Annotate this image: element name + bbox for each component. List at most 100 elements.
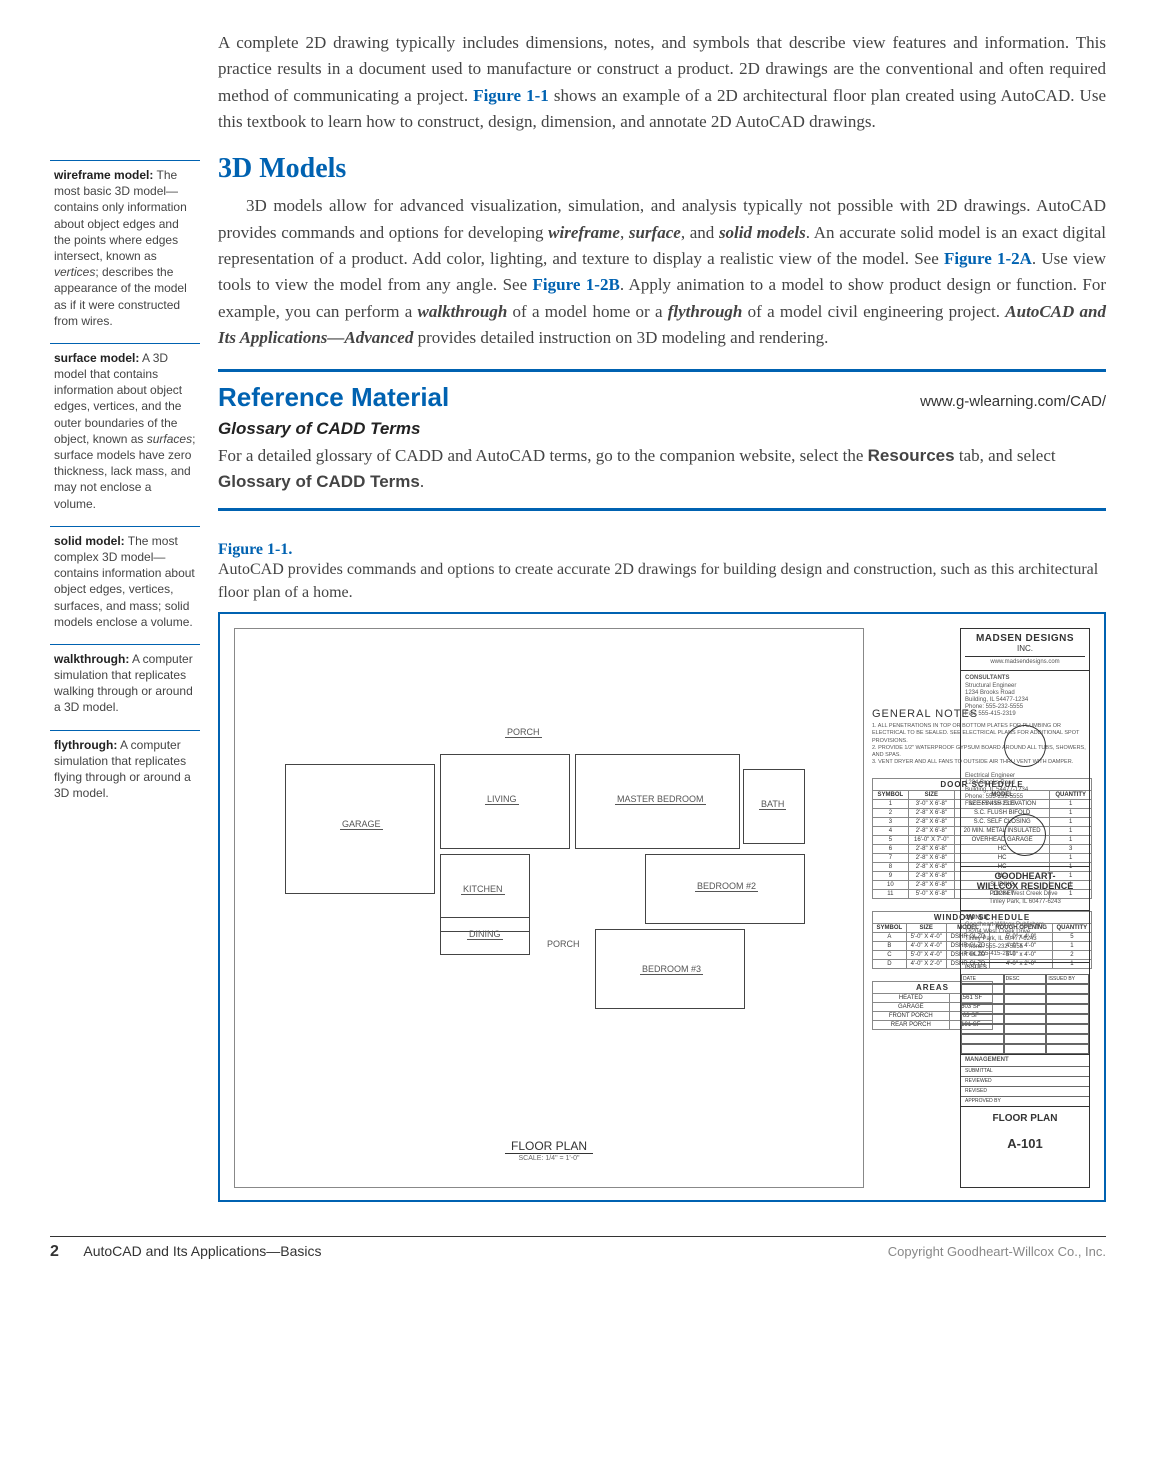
mgmt-row: REVISED	[961, 1086, 1089, 1096]
table-cell: HEATED	[873, 994, 950, 1003]
tb-issues-h: DESC	[1004, 974, 1047, 984]
body-3d-paragraph: 3D models allow for advanced visualizati…	[218, 193, 1106, 351]
table-cell: 6	[873, 845, 909, 854]
footer-left: 2 AutoCAD and Its Applications—Basics	[50, 1243, 321, 1261]
table-cell: 2	[873, 809, 909, 818]
text: provides detailed instruction on 3D mode…	[413, 328, 828, 347]
page-number: 2	[50, 1243, 59, 1260]
label-porch2: PORCH	[545, 939, 582, 949]
copyright: Copyright Goodheart-Willcox Co., Inc.	[888, 1244, 1106, 1259]
def-italic: vertices	[54, 265, 95, 279]
table-cell: 8	[873, 863, 909, 872]
tb-consultants: CONSULTANTS	[965, 675, 1085, 682]
tb-project: GOODHEART-	[965, 871, 1085, 881]
tb-owner: Goodheart-Willcox Publishers 18204 West …	[965, 922, 1085, 944]
table-cell: 7	[873, 854, 909, 863]
table-cell: 2'-8" X 6'-8"	[908, 845, 954, 854]
text: tab, and select	[955, 446, 1056, 465]
term-surface: surface	[629, 223, 681, 242]
term-wireframe: wireframe	[548, 223, 620, 242]
label-master: MASTER BEDROOM	[615, 794, 706, 805]
text: of a model home or a	[507, 302, 667, 321]
def-flythrough: flythrough: A computer simulation that r…	[50, 730, 200, 812]
table-cell: 3	[873, 818, 909, 827]
reference-header: Reference Material www.g-wlearning.com/C…	[218, 382, 1106, 413]
title-block: MADSEN DESIGNS INC. www.madsendesigns.co…	[960, 628, 1090, 1188]
term-walkthrough: walkthrough	[418, 302, 508, 321]
door-h: SIZE	[908, 791, 954, 800]
label-dining: DINING	[467, 929, 503, 940]
glossary-body: For a detailed glossary of CADD and Auto…	[218, 443, 1106, 494]
table-cell: 5'-0" X 4'-0"	[906, 933, 946, 942]
window-h: SIZE	[906, 924, 946, 933]
text: .	[420, 472, 424, 491]
tb-stamp-circle	[1004, 725, 1046, 767]
door-h: SYMBOL	[873, 791, 909, 800]
tb-project: WILLCOX RESIDENCE	[965, 881, 1085, 891]
reference-material-box: Reference Material www.g-wlearning.com/C…	[218, 369, 1106, 511]
tb-fax: Fax: 555-415-2319	[965, 711, 1085, 718]
figure-link[interactable]: Figure 1-2B	[533, 275, 620, 294]
tb-fax: Fax: 555-415-2319	[965, 951, 1085, 958]
tb-sheet-number: A-101	[961, 1130, 1089, 1157]
tb-logo: MADSEN DESIGNS	[965, 633, 1085, 644]
def-term: solid model:	[54, 534, 125, 548]
table-cell: 2'-8" X 6'-8"	[908, 872, 954, 881]
figure-description: AutoCAD provides commands and options to…	[218, 559, 1106, 604]
table-cell: 10	[873, 881, 909, 890]
resources-tab: Resources	[868, 446, 955, 465]
tb-addr: 18204 West Creek Drive Tinley Park, IL 6…	[965, 891, 1085, 905]
table-cell: D	[873, 960, 907, 969]
figure-link[interactable]: Figure 1-1	[473, 86, 549, 105]
table-cell: 2'-8" X 6'-8"	[908, 854, 954, 863]
table-cell: 5'-0" X 4'-0"	[906, 951, 946, 960]
page-body: wireframe model: The most basic 3D model…	[50, 30, 1106, 1202]
term-solid: solid models	[719, 223, 806, 242]
table-cell: 4	[873, 827, 909, 836]
def-term: surface model:	[54, 351, 139, 365]
floorplan-drawing: GARAGE LIVING PORCH MASTER BEDROOM BATH …	[234, 628, 864, 1188]
glossary-subtitle: Glossary of CADD Terms	[218, 419, 1106, 439]
tb-plan-title: FLOOR PLAN	[961, 1107, 1089, 1130]
table-cell: GARAGE	[873, 1003, 950, 1012]
term-flythrough: flythrough	[668, 302, 743, 321]
table-cell: C	[873, 951, 907, 960]
fp-scale-text: SCALE: 1/4" = 1'-0"	[505, 1155, 593, 1162]
def-term: wireframe model:	[54, 168, 153, 182]
text: , and	[681, 223, 719, 242]
sidebar-definitions: wireframe model: The most basic 3D model…	[50, 30, 200, 1202]
reference-url[interactable]: www.g-wlearning.com/CAD/	[920, 393, 1106, 410]
def-term: walkthrough:	[54, 652, 129, 666]
reference-title: Reference Material	[218, 382, 449, 413]
tb-issues-h: DATE	[961, 974, 1004, 984]
mgmt-row: REVIEWED	[961, 1076, 1089, 1086]
figure-caption: Figure 1-1. AutoCAD provides commands an…	[218, 541, 1106, 604]
tb-issues-h: ISSUED BY	[1046, 974, 1089, 984]
label-bath: BATH	[759, 799, 786, 810]
def-solid: solid model: The most complex 3D model—c…	[50, 526, 200, 640]
table-cell: A	[873, 933, 907, 942]
table-cell: 2'-8" X 6'-8"	[908, 827, 954, 836]
text: ,	[620, 223, 629, 242]
table-cell: 4'-0" X 2'-0"	[906, 960, 946, 969]
page-footer: 2 AutoCAD and Its Applications—Basics Co…	[50, 1236, 1106, 1261]
figure-link[interactable]: Figure 1-2A	[944, 249, 1032, 268]
def-body: The most basic 3D model—contains only in…	[54, 168, 187, 263]
table-cell: REAR PORCH	[873, 1021, 950, 1030]
def-wireframe: wireframe model: The most basic 3D model…	[50, 160, 200, 339]
label-living: LIVING	[485, 794, 519, 805]
glossary-select: Glossary of CADD Terms	[218, 472, 420, 491]
tb-phone: Phone: 555-232-5555	[965, 794, 1085, 801]
label-porch: PORCH	[505, 727, 542, 738]
table-cell: 3'-0" X 6'-8"	[908, 800, 954, 809]
tb-management: MANAGEMENT	[961, 1055, 1089, 1066]
def-term: flythrough:	[54, 738, 117, 752]
table-cell: 5'-0" X 6'-8"	[908, 890, 954, 899]
table-cell: 2'-8" X 6'-8"	[908, 809, 954, 818]
tb-inc: INC.	[965, 644, 1085, 653]
def-walkthrough: walkthrough: A computer simulation that …	[50, 644, 200, 726]
figure-1-1: GARAGE LIVING PORCH MASTER BEDROOM BATH …	[218, 612, 1106, 1202]
table-cell: 2'-8" X 6'-8"	[908, 863, 954, 872]
tb-owner-label: OWNER	[965, 915, 1085, 922]
main-content: A complete 2D drawing typically includes…	[218, 30, 1106, 1202]
